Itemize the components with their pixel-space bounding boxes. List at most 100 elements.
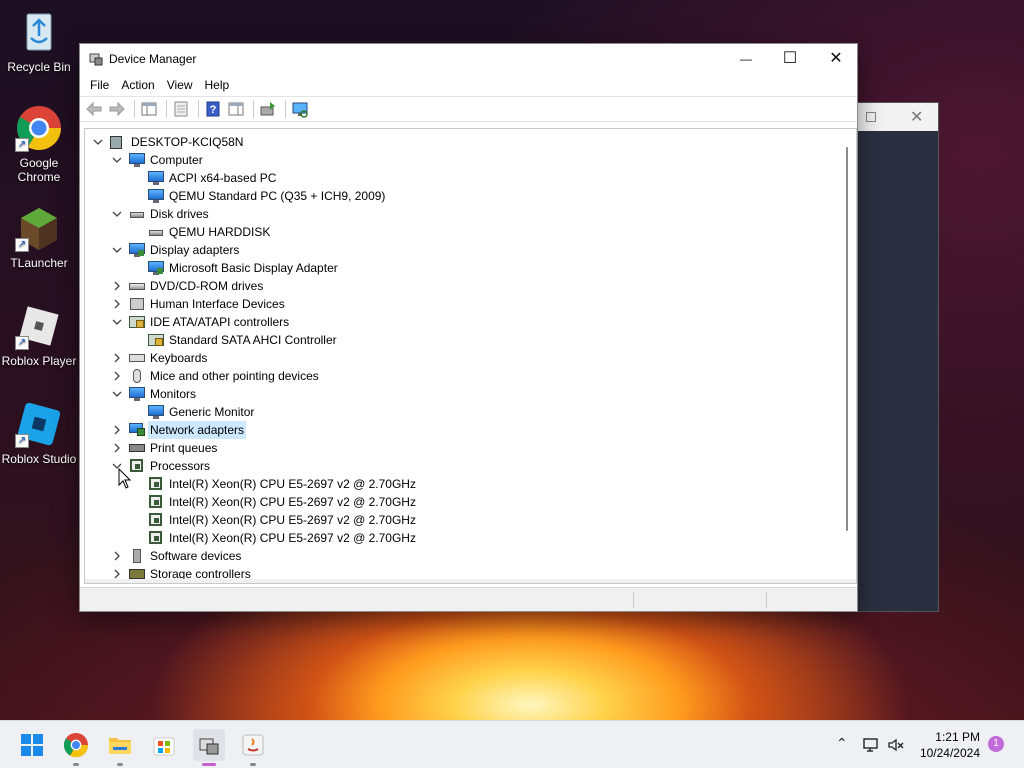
maximize-button[interactable]: ☐ [767, 44, 813, 74]
device-tree-root[interactable]: DESKTOP-KCIQ58N [91, 133, 711, 151]
taskbar-store[interactable] [148, 729, 180, 761]
close-button[interactable]: ✕ [813, 44, 859, 74]
action-pane-icon[interactable] [226, 99, 246, 119]
show-hidden-icons-chevron-icon[interactable]: ⌃ [836, 735, 848, 752]
hid-icon [129, 297, 145, 311]
desktop-icon-label: Google Chrome [17, 156, 61, 184]
device-tree-item[interactable]: Intel(R) Xeon(R) CPU E5-2697 v2 @ 2.70GH… [129, 529, 749, 547]
device-tree-label: Print queues [150, 441, 218, 455]
device-tree-label: Intel(R) Xeon(R) CPU E5-2697 v2 @ 2.70GH… [169, 495, 416, 509]
menu-file[interactable]: File [84, 74, 115, 96]
chevron-right-icon[interactable] [110, 277, 124, 295]
update-driver-icon[interactable] [258, 99, 278, 119]
back-arrow-icon[interactable] [84, 99, 104, 119]
monitor-icon [148, 189, 164, 203]
desktop-icon-google-chrome[interactable]: ↗ Google Chrome [0, 104, 78, 184]
toolbar-separator [166, 100, 167, 118]
scan-hardware-icon[interactable] [290, 99, 310, 119]
menu-action[interactable]: Action [115, 74, 160, 96]
taskbar-device-manager[interactable] [193, 729, 225, 766]
chevron-right-icon[interactable] [110, 349, 124, 367]
device-tree-category[interactable]: Computer [110, 151, 730, 169]
monitor-icon [129, 387, 145, 401]
device-tree-category[interactable]: DVD/CD-ROM drives [110, 277, 730, 295]
device-tree-item[interactable]: Standard SATA AHCI Controller [129, 331, 749, 349]
chevron-right-icon[interactable] [110, 367, 124, 385]
device-tree-category[interactable]: IDE ATA/ATAPI controllers [110, 313, 730, 331]
chevron-down-icon[interactable] [110, 313, 124, 331]
maximize-icon[interactable] [866, 112, 876, 122]
background-window[interactable]: ✕ [855, 102, 939, 612]
chevron-right-icon[interactable] [110, 439, 124, 457]
device-manager-icon [199, 738, 219, 755]
start-button[interactable] [16, 729, 48, 761]
taskbar-java[interactable] [237, 729, 269, 766]
shortcut-arrow-icon: ↗ [15, 138, 29, 152]
background-window-titlebar[interactable]: ✕ [856, 103, 938, 131]
notification-badge[interactable]: 1 [988, 736, 1004, 752]
desktop-icon-recycle-bin[interactable]: Recycle Bin [0, 8, 78, 74]
chevron-down-icon[interactable] [110, 205, 124, 223]
device-manager-window[interactable]: Device Manager — ☐ ✕ File Action View He… [79, 43, 858, 612]
shortcut-arrow-icon: ↗ [15, 238, 29, 252]
tlauncher-icon: ↗ [15, 204, 63, 252]
monitor-icon [129, 153, 145, 167]
show-hide-console-tree-icon[interactable] [139, 99, 159, 119]
desktop-icon-roblox-player[interactable]: ↗ Roblox Player [0, 302, 78, 368]
taskbar-file-explorer[interactable] [104, 729, 136, 766]
device-tree[interactable]: DESKTOP-KCIQ58N Computer ACPI x64-based PC… [84, 128, 857, 584]
device-tree-category[interactable]: Monitors [110, 385, 730, 403]
device-tree-category[interactable]: Print queues [110, 439, 730, 457]
vertical-scrollbar[interactable] [839, 129, 856, 583]
menu-view[interactable]: View [161, 74, 199, 96]
clock-date[interactable]: 10/24/2024 [910, 746, 980, 760]
taskbar-chrome[interactable] [60, 729, 92, 766]
device-tree-category[interactable]: Software devices [110, 547, 730, 565]
desktop-icon-tlauncher[interactable]: ↗ TLauncher [0, 204, 78, 270]
menu-help[interactable]: Help [199, 74, 236, 96]
device-tree-item[interactable]: Generic Monitor [129, 403, 749, 421]
title-bar[interactable]: Device Manager — ☐ ✕ [80, 44, 857, 74]
chevron-down-icon[interactable] [110, 241, 124, 259]
desktop-icon-roblox-studio[interactable]: ↗ Roblox Studio [0, 400, 78, 466]
scrollbar-thumb[interactable] [846, 147, 848, 531]
device-tree-item[interactable]: ACPI x64-based PC [129, 169, 749, 187]
chevron-down-icon[interactable] [110, 151, 124, 169]
device-tree-category[interactable]: Mice and other pointing devices [110, 367, 730, 385]
processor-icon [148, 513, 164, 527]
device-tree-item[interactable]: Microsoft Basic Display Adapter [129, 259, 749, 277]
forward-arrow-icon[interactable] [107, 99, 127, 119]
device-tree-category[interactable]: Keyboards [110, 349, 730, 367]
help-icon[interactable]: ? [203, 99, 223, 119]
running-indicator [250, 763, 256, 766]
network-tray-icon[interactable] [862, 736, 880, 754]
minimize-button[interactable]: — [723, 44, 769, 74]
device-tree-item[interactable]: Intel(R) Xeon(R) CPU E5-2697 v2 @ 2.70GH… [129, 511, 749, 529]
device-tree-category[interactable]: Human Interface Devices [110, 295, 730, 313]
close-icon[interactable]: ✕ [910, 107, 923, 127]
chevron-down-icon[interactable] [110, 385, 124, 403]
device-tree-category[interactable]: Disk drives [110, 205, 730, 223]
volume-muted-tray-icon[interactable] [887, 736, 905, 754]
device-tree-label: IDE ATA/ATAPI controllers [150, 315, 290, 329]
mouse-cursor-icon [118, 468, 132, 489]
device-tree-category[interactable]: Display adapters [110, 241, 730, 259]
device-tree-item[interactable]: Intel(R) Xeon(R) CPU E5-2697 v2 @ 2.70GH… [129, 475, 749, 493]
device-tree-item[interactable]: Intel(R) Xeon(R) CPU E5-2697 v2 @ 2.70GH… [129, 493, 749, 511]
processor-icon [148, 531, 164, 545]
device-tree-category[interactable]: Processors [110, 457, 730, 475]
chevron-down-icon[interactable] [91, 133, 105, 151]
device-tree-item[interactable]: QEMU Standard PC (Q35 + ICH9, 2009) [129, 187, 749, 205]
ide-icon [148, 333, 164, 347]
device-tree-item[interactable]: QEMU HARDDISK [129, 223, 749, 241]
chevron-right-icon[interactable] [110, 547, 124, 565]
device-tree-label: Computer [150, 153, 203, 167]
properties-icon[interactable] [171, 99, 191, 119]
device-tree-category[interactable]: Network adapters [110, 421, 730, 439]
chevron-right-icon[interactable] [110, 421, 124, 439]
chevron-right-icon[interactable] [110, 295, 124, 313]
device-tree-label: Keyboards [150, 351, 208, 365]
clock-time[interactable]: 1:21 PM [920, 730, 980, 744]
horizontal-scrollbar[interactable] [85, 579, 856, 583]
shortcut-arrow-icon: ↗ [15, 336, 29, 350]
